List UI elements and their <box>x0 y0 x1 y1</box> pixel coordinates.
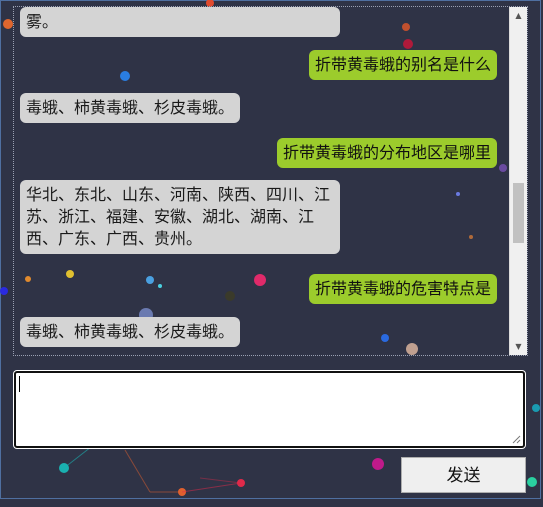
message-input[interactable] <box>16 373 523 446</box>
scroll-thumb[interactable] <box>513 183 524 243</box>
bot-message: 华北、东北、山东、河南、陕西、四川、江苏、浙江、福建、安徽、湖北、湖南、江西、广… <box>20 180 340 254</box>
text-caret <box>19 376 20 392</box>
scroll-down-arrow-icon[interactable]: ▼ <box>510 338 527 355</box>
scroll-up-arrow-icon[interactable]: ▲ <box>510 7 527 24</box>
user-message: 折带黄毒蛾的别名是什么 <box>308 50 497 80</box>
send-button[interactable]: 发送 <box>401 457 526 493</box>
user-message: 折带黄毒蛾的分布地区是哪里 <box>276 138 497 168</box>
chat-history[interactable]: 雾。 折带黄毒蛾的别名是什么 毒蛾、柿黄毒蛾、杉皮毒蛾。 折带黄毒蛾的分布地区是… <box>13 6 528 356</box>
message-input-box[interactable] <box>14 371 525 448</box>
bot-message: 毒蛾、柿黄毒蛾、杉皮毒蛾。 <box>20 93 241 123</box>
bot-message: 雾。 <box>20 7 340 37</box>
bot-message: 毒蛾、柿黄毒蛾、杉皮毒蛾。 <box>20 317 241 347</box>
resize-grip-icon[interactable] <box>511 434 521 444</box>
chat-scrollbar[interactable]: ▲ ▼ <box>509 7 527 355</box>
user-message: 折带黄毒蛾的危害特点是 <box>308 274 497 304</box>
